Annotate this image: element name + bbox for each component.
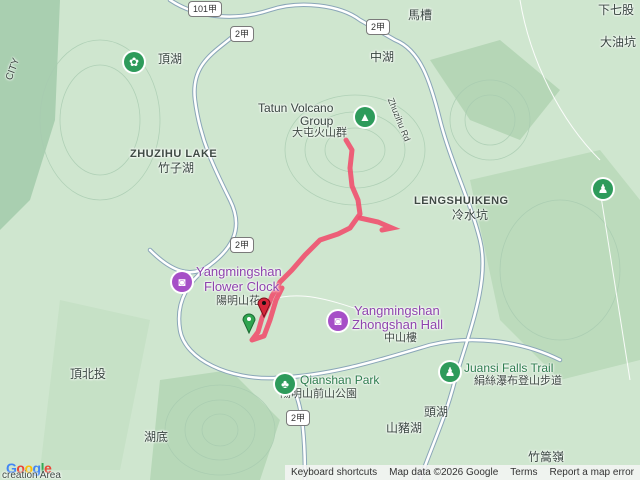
- zhongshan-label-zh: 中山樓: [384, 332, 417, 344]
- route-shield-2a-top: 2甲: [366, 19, 391, 35]
- tatun-label-en-2: Group: [300, 114, 334, 128]
- map-data-attribution: Map data ©2026 Google: [389, 467, 499, 478]
- zhuzihu-label-en: ZHUZIHU LAKE: [130, 148, 218, 160]
- terrain-layer: [0, 0, 640, 480]
- flowerclock-label-en: Yangmingshan: [196, 264, 282, 279]
- map-canvas[interactable]: 101甲 2甲 2甲 2甲 2甲 馬槽 下七股 大油坑 頂湖 中湖 Tatun …: [0, 0, 640, 480]
- flowerclock-label-en2: Flower Clock: [204, 279, 280, 294]
- place-xiaqihu: 下七股: [598, 3, 635, 17]
- juansi-label-zh: 絹絲瀑布登山步道: [474, 375, 562, 387]
- route-shield-2a-bottom: 2甲: [286, 410, 311, 426]
- hiker-icon-east[interactable]: ♟: [593, 179, 613, 199]
- juansi-label-en: Juansi Falls Trail: [464, 361, 554, 375]
- map-footer: Keyboard shortcuts Map data ©2026 Google…: [285, 465, 640, 480]
- zhuzihu-label-zh: 竹子湖: [158, 161, 195, 175]
- terms-link[interactable]: Terms: [510, 467, 537, 478]
- keyboard-shortcuts-link[interactable]: Keyboard shortcuts: [291, 467, 377, 478]
- route-shield-2a-left: 2甲: [230, 26, 255, 42]
- place-toutu: 頭湖: [424, 405, 449, 419]
- place-macao: 馬槽: [408, 8, 433, 22]
- zhongshan-label-en: Yangmingshan: [354, 303, 440, 318]
- tatun-label-en-1: Tatun Volcano: [258, 101, 334, 115]
- place-dinghu: 頂湖: [158, 52, 183, 66]
- qianshan-label-en: Qianshan Park: [300, 373, 380, 387]
- lengshuikeng-label-en: LENGSHUIKENG: [414, 195, 509, 207]
- tree-icon[interactable]: ♣: [275, 374, 295, 394]
- lengshuikeng-label-zh: 冷水坑: [452, 208, 489, 222]
- tatun-label-zh: 大屯火山群: [292, 127, 347, 139]
- zhongshan-label-en2: Zhongshan Hall: [352, 317, 444, 332]
- end-marker-icon[interactable]: [257, 296, 271, 318]
- place-dayoukeng: 大油坑: [600, 35, 637, 49]
- camera-icon-flowerclock[interactable]: ◙: [172, 272, 192, 292]
- hiker-icon-juansi[interactable]: ♟: [440, 362, 460, 382]
- route-shield-101a: 101甲: [188, 1, 223, 17]
- start-marker-icon[interactable]: [242, 312, 256, 334]
- place-dingbeitou: 頂北投: [70, 367, 107, 381]
- route-shield-2a-mid: 2甲: [230, 237, 255, 253]
- report-error-link[interactable]: Report a map error: [550, 467, 634, 478]
- place-hudi: 湖底: [144, 430, 169, 444]
- mountain-icon[interactable]: ▲: [355, 107, 375, 127]
- place-shanzhuhu: 山豬湖: [386, 421, 423, 435]
- recreation-label: creation Area: [2, 470, 61, 480]
- place-zhonghu: 中湖: [370, 50, 395, 64]
- camera-icon-zhongshan[interactable]: ◙: [328, 311, 348, 331]
- place-zhuxiling: 竹篙嶺: [528, 450, 565, 464]
- flowerclock-label-zh: 陽明山花: [216, 295, 260, 307]
- flower-icon[interactable]: ✿: [124, 52, 144, 72]
